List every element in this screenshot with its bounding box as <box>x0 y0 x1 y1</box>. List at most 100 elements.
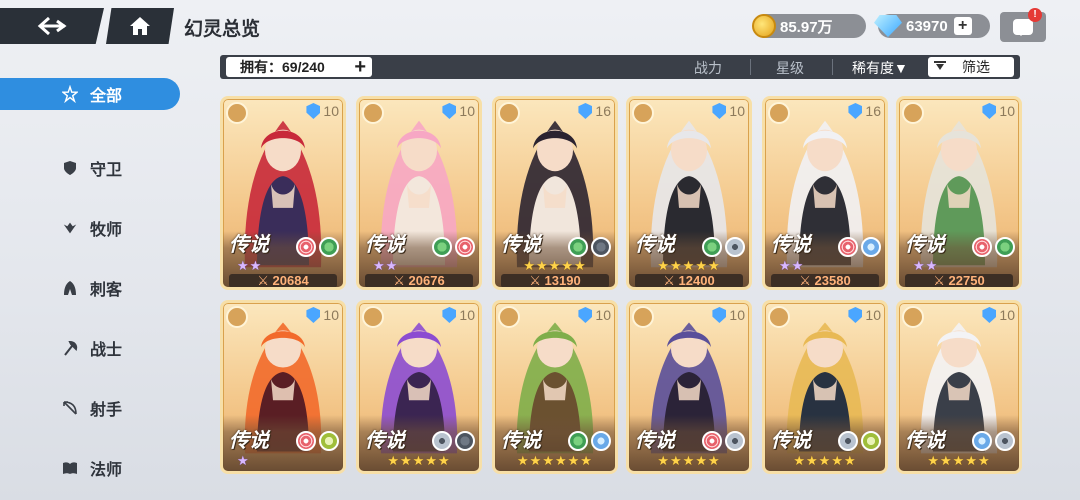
hero-card[interactable]: 10 传说 ★★★★★ <box>626 300 752 474</box>
book-icon <box>632 306 654 328</box>
filter-button[interactable]: 筛选 <box>928 57 1014 77</box>
rarity-label: 传说 <box>229 234 269 256</box>
sort-power-button[interactable]: 战力 <box>694 58 722 78</box>
frost-element-icon <box>972 431 992 451</box>
star-rating: ★★ <box>237 258 263 273</box>
star-rating: ★★★★★ <box>387 453 451 468</box>
star-rating: ★★ <box>913 258 939 273</box>
sidebar-item-label: 法师 <box>90 462 123 479</box>
gold-counter: 85.97万 <box>752 14 866 38</box>
level-shield-icon <box>712 307 727 323</box>
class-sidebar: 全部 守卫 牧师 刺客 战士 射手 法师 <box>0 78 180 498</box>
level-tag: 10 <box>306 307 339 323</box>
hood-icon <box>768 102 790 124</box>
leaf-element-icon <box>702 237 722 257</box>
hero-card[interactable]: 10 传说 ★★★★★ ⚔ 12400 <box>626 96 752 290</box>
add-gems-button[interactable]: + <box>953 17 972 35</box>
book-icon <box>62 460 78 476</box>
element-icons <box>835 431 881 451</box>
hero-card[interactable]: 10 传说 ★★★★★ <box>896 300 1022 474</box>
level-shield-icon <box>306 103 321 119</box>
element-icons <box>565 431 611 451</box>
home-icon <box>130 17 150 35</box>
level-shield-icon <box>982 103 997 119</box>
rarity-label: 传说 <box>905 234 945 256</box>
star-rating: ★★ <box>373 258 399 273</box>
level-tag: 16 <box>578 103 611 119</box>
element-icons <box>429 237 475 257</box>
level-value: 16 <box>865 103 881 119</box>
eye-element-icon <box>725 237 745 257</box>
back-arrow-icon <box>37 16 67 36</box>
sidebar-item-archer[interactable]: 射手 <box>0 378 180 438</box>
shield-icon <box>902 102 924 124</box>
element-icons <box>969 431 1015 451</box>
rarity-label: 传说 <box>229 430 269 452</box>
sidebar-item-warrior[interactable]: 战士 <box>0 318 180 378</box>
hero-card[interactable]: 10 传说 ★★★★★ <box>356 300 482 474</box>
notification-badge: ! <box>1028 8 1042 22</box>
sidebar-item-all[interactable]: 全部 <box>0 78 180 110</box>
level-value: 10 <box>323 103 339 119</box>
gold-amount: 85.97万 <box>780 18 833 36</box>
message-button[interactable]: ! <box>1000 8 1046 42</box>
star-rating: ★★ <box>779 258 805 273</box>
book-icon <box>226 306 248 328</box>
shield-icon <box>498 306 520 328</box>
level-tag: 10 <box>578 307 611 323</box>
level-tag: 10 <box>306 103 339 119</box>
level-value: 10 <box>729 103 745 119</box>
power-value: ⚔ 20684 <box>229 274 337 287</box>
sidebar-item-priest[interactable]: 牧师 <box>0 198 180 258</box>
hero-card[interactable]: 10 传说 ★ <box>220 300 346 474</box>
frost-element-icon <box>861 237 881 257</box>
element-icons <box>835 237 881 257</box>
level-tag: 10 <box>712 103 745 119</box>
leaf-element-icon <box>432 237 452 257</box>
wings-icon <box>362 102 384 124</box>
sidebar-item-mage[interactable]: 法师 <box>0 438 180 498</box>
sidebar-item-guard[interactable]: 守卫 <box>0 138 180 198</box>
sort-star-button[interactable]: 星级 <box>776 58 804 78</box>
sort-rarity-button[interactable]: 稀有度▼ <box>852 58 908 78</box>
level-value: 10 <box>999 103 1015 119</box>
eye-element-icon <box>432 431 452 451</box>
chat-bubble-icon <box>1013 19 1033 36</box>
divider <box>750 59 751 75</box>
owned-count-box[interactable]: 拥有：69/240 + <box>226 57 372 77</box>
hero-card[interactable]: 10 传说 ★★ ⚔ 22750 <box>896 96 1022 290</box>
hero-card[interactable]: 10 传说 ★★ ⚔ 20676 <box>356 96 482 290</box>
leaf-element-icon <box>568 237 588 257</box>
power-value: ⚔ 23580 <box>771 274 879 287</box>
back-button[interactable] <box>0 8 104 44</box>
eye-element-icon <box>725 431 745 451</box>
hood-icon <box>498 102 520 124</box>
hero-card[interactable]: 16 传说 ★★★★★ ⚔ 13190 <box>492 96 618 290</box>
sidebar-item-label: 全部 <box>90 88 123 105</box>
element-icons <box>699 431 745 451</box>
axe-icon <box>62 340 78 356</box>
sidebar-item-assassin[interactable]: 刺客 <box>0 258 180 318</box>
hero-card[interactable]: 16 传说 ★★ ⚔ 23580 <box>762 96 888 290</box>
hero-card[interactable]: 10 传说 ★★ ⚔ 20684 <box>220 96 346 290</box>
leaf-element-icon <box>568 431 588 451</box>
shield-icon <box>902 306 924 328</box>
hero-card[interactable]: 10 传说 ★★★★★ <box>762 300 888 474</box>
leaf-element-icon <box>319 237 339 257</box>
home-button[interactable] <box>106 8 174 44</box>
spiral-element-icon <box>702 431 722 451</box>
level-tag: 10 <box>712 307 745 323</box>
hood-icon <box>62 280 78 296</box>
element-icons <box>293 431 339 451</box>
level-shield-icon <box>712 103 727 119</box>
frost-element-icon <box>591 431 611 451</box>
sidebar-item-label: 牧师 <box>90 222 123 239</box>
leaf-element-icon <box>995 237 1015 257</box>
bow-icon <box>632 102 654 124</box>
wing-element-icon <box>861 431 881 451</box>
expand-owned-button[interactable]: + <box>354 57 366 77</box>
level-value: 10 <box>459 103 475 119</box>
hero-card[interactable]: 10 传说 ★★★★★★ <box>492 300 618 474</box>
level-shield-icon <box>442 103 457 119</box>
level-value: 10 <box>999 307 1015 323</box>
